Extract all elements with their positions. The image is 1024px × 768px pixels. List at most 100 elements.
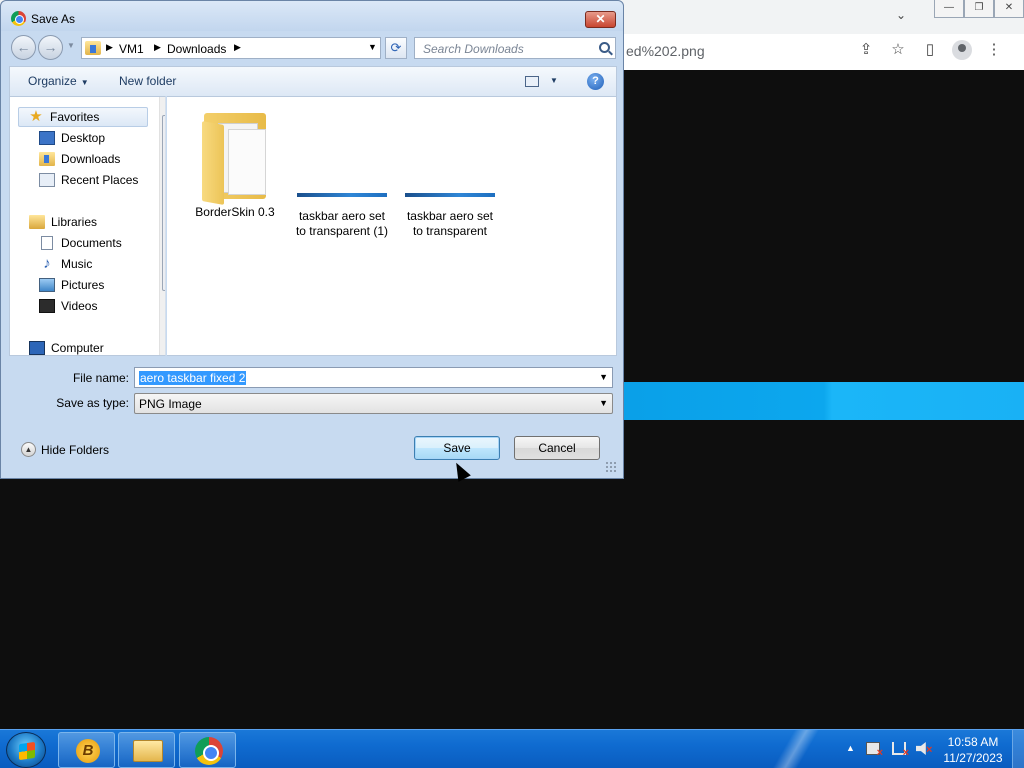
file-list: BorderSkin 0.3 taskbar aero set to trans…: [167, 96, 617, 356]
image-thumbnail: [405, 193, 495, 197]
hide-folders-button[interactable]: ▲ Hide Folders: [21, 442, 109, 457]
nav-item-label: Favorites: [50, 110, 100, 124]
file-name: BorderSkin 0.3: [195, 205, 275, 219]
browser-url-text[interactable]: ed%202.png: [626, 43, 705, 59]
nav-item-libraries[interactable]: Libraries: [29, 212, 97, 232]
breadcrumb-downloads[interactable]: Downloads: [167, 42, 226, 56]
save-type-select[interactable]: PNG Image ▼: [134, 393, 613, 414]
file-name-line2: to transparent (1): [295, 224, 389, 238]
scroll-grip-icon: [165, 198, 166, 206]
star-icon[interactable]: ☆: [888, 40, 908, 60]
new-folder-button[interactable]: New folder: [119, 74, 176, 88]
command-bar: Organize ▼ New folder ▼ ?: [9, 66, 617, 96]
chevron-down-icon[interactable]: ▼: [599, 398, 608, 408]
file-item-taskbar-transparent-1[interactable]: taskbar aero set to transparent (1): [292, 193, 392, 239]
nav-item-label: Videos: [61, 299, 98, 313]
file-item-borderskin[interactable]: BorderSkin 0.3: [185, 105, 285, 220]
breadcrumb-chevron-icon[interactable]: ▶: [106, 42, 113, 53]
clock-time: 10:58 AM: [947, 735, 999, 749]
breadcrumb-chevron-icon[interactable]: ▶: [234, 42, 241, 53]
videos-icon: [39, 299, 55, 313]
libraries-icon: [29, 215, 45, 229]
windows-logo-icon: [19, 741, 35, 761]
folder-icon: [202, 105, 268, 205]
minimize-button[interactable]: —: [934, 0, 964, 18]
computer-icon: [29, 341, 45, 355]
chevron-up-icon: ▲: [21, 442, 36, 457]
dialog-close-button[interactable]: ✕: [585, 11, 616, 28]
taskbar-chrome[interactable]: [179, 732, 236, 768]
file-name-line2: to transparent: [412, 224, 488, 238]
start-button[interactable]: [6, 732, 46, 768]
taskbar-bitcoin-app[interactable]: B: [58, 732, 115, 768]
save-as-dialog: Save As ✕ ← → ▼ ▶ VM1 ▶ Downloads ▶ ▼ ⟳ …: [0, 0, 624, 479]
address-bar[interactable]: ▶ VM1 ▶ Downloads ▶ ▼: [81, 37, 381, 59]
nav-item-videos[interactable]: Videos: [39, 296, 97, 316]
taskbar-file-explorer[interactable]: [118, 732, 175, 768]
nav-item-desktop[interactable]: Desktop: [39, 128, 105, 148]
action-center-icon[interactable]: [866, 742, 883, 759]
pictures-icon: [39, 278, 55, 292]
file-name-line1: taskbar aero set: [298, 209, 386, 223]
recent-locations-chevron-icon[interactable]: ▼: [67, 41, 75, 50]
taskbar-preview-image: [624, 382, 1024, 420]
nav-item-label: Desktop: [61, 131, 106, 145]
sidepanel-icon[interactable]: ▯: [920, 40, 940, 60]
documents-icon: [41, 236, 53, 250]
navigation-scrollbar[interactable]: ▲ ▼: [159, 97, 166, 355]
file-item-taskbar-transparent[interactable]: taskbar aero set to transparent: [400, 193, 500, 239]
address-dropdown-icon[interactable]: ▼: [368, 42, 377, 52]
back-button[interactable]: ←: [11, 35, 36, 60]
nav-item-label: Music: [61, 257, 93, 271]
cancel-button[interactable]: Cancel: [514, 436, 600, 460]
file-name-value: aero taskbar fixed 2: [139, 371, 247, 385]
network-icon[interactable]: [892, 742, 909, 759]
view-options-chevron-icon[interactable]: ▼: [550, 76, 558, 85]
help-icon[interactable]: ?: [587, 73, 604, 90]
menu-icon[interactable]: ⋮: [984, 40, 1004, 60]
nav-item-label: Libraries: [51, 215, 98, 229]
show-desktop-button[interactable]: [1012, 730, 1024, 768]
save-button[interactable]: Save: [414, 436, 500, 460]
nav-item-recent-places[interactable]: Recent Places: [39, 170, 138, 190]
scroll-thumb[interactable]: [162, 115, 166, 291]
browser-close-button[interactable]: ✕: [994, 0, 1024, 18]
resize-grip-icon[interactable]: [605, 461, 617, 473]
chrome-icon: [11, 11, 26, 26]
star-icon: ★: [29, 108, 43, 125]
nav-item-music[interactable]: ♪ Music: [39, 254, 92, 274]
search-input[interactable]: Search Downloads: [414, 37, 616, 59]
change-view-icon[interactable]: [525, 76, 539, 87]
dialog-titlebar[interactable]: Save As ✕: [1, 1, 623, 31]
profile-icon[interactable]: [952, 40, 972, 60]
refresh-button[interactable]: ⟳: [385, 37, 407, 59]
organize-button[interactable]: Organize ▼: [28, 74, 89, 88]
nav-item-computer[interactable]: Computer: [29, 338, 104, 355]
downloads-folder-icon: [39, 152, 55, 166]
scroll-down-icon[interactable]: ▼: [164, 343, 165, 352]
volume-muted-icon: ×: [926, 744, 933, 756]
nav-item-documents[interactable]: Documents: [39, 233, 122, 253]
scroll-up-icon[interactable]: ▲: [164, 101, 165, 110]
search-icon[interactable]: [599, 42, 610, 53]
forward-button[interactable]: →: [38, 35, 63, 60]
chevron-down-icon: ▼: [80, 78, 89, 87]
recent-places-icon: [39, 173, 55, 187]
nav-item-pictures[interactable]: Pictures: [39, 275, 104, 295]
chevron-down-icon[interactable]: ▼: [599, 372, 608, 382]
tab-search-chevron-icon[interactable]: ⌄: [896, 8, 906, 22]
bitcoin-icon: B: [76, 739, 100, 763]
restore-button[interactable]: ❐: [964, 0, 994, 18]
breadcrumb-vm1[interactable]: VM1: [119, 42, 144, 56]
nav-item-favorites[interactable]: ★ Favorites: [18, 107, 148, 127]
show-hidden-icons-icon[interactable]: ▲: [846, 743, 855, 753]
nav-item-downloads[interactable]: Downloads: [39, 149, 120, 169]
search-placeholder: Search Downloads: [423, 42, 524, 56]
file-name-input[interactable]: aero taskbar fixed 2 ▼: [134, 367, 613, 388]
breadcrumb-chevron-icon[interactable]: ▶: [154, 42, 161, 53]
navigation-pane: ★ Favorites Desktop Downloads Recent Plac…: [9, 96, 166, 356]
share-icon[interactable]: ⇪: [856, 40, 876, 60]
nav-item-label: Documents: [61, 236, 122, 250]
clock-date: 11/27/2023: [943, 751, 1003, 765]
system-clock[interactable]: 10:58 AM 11/27/2023: [940, 734, 1006, 766]
